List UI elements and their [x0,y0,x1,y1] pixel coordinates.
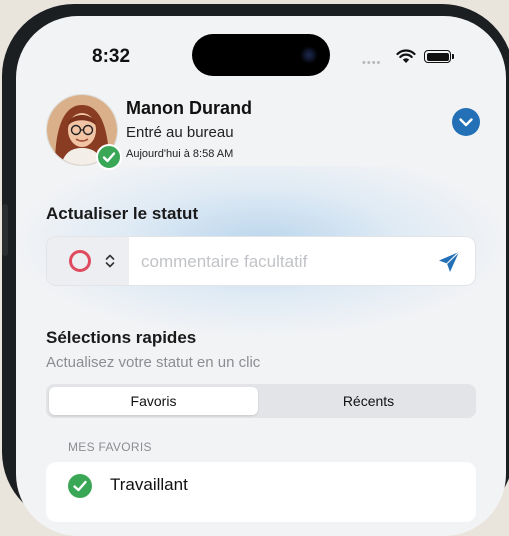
cellular-dots-icon: •••• [362,57,382,69]
status-picker[interactable] [47,237,129,285]
user-name: Manon Durand [126,98,252,118]
paper-plane-icon[interactable] [437,250,461,274]
quick-selections-subtitle: Actualisez votre statut en un clic [46,354,261,371]
side-button [2,204,8,256]
battery-icon [424,50,454,63]
chevron-updown-icon [105,254,115,268]
segmented-control: Favoris Récents [46,384,476,418]
camera-icon [300,46,318,64]
favorites-section-header: MES FAVORIS [68,440,152,454]
list-item-label: Travaillant [110,475,188,494]
phone-screen: 8:32 •••• Manon Durand Entré au bureau A… [16,16,506,536]
wifi-icon [396,49,416,63]
phone-frame: 8:32 •••• Manon Durand Entré au bureau A… [2,4,509,536]
update-status-title: Actualiser le statut [46,204,199,223]
list-item[interactable]: Travaillant [46,462,476,522]
presence-check-icon [96,144,122,170]
quick-selections-title: Sélections rapides [46,328,197,347]
tab-recents[interactable]: Récents [264,387,473,415]
status-input-row [46,236,476,286]
tab-favoris[interactable]: Favoris [49,387,258,415]
red-ring-icon [69,250,91,272]
status-timestamp: Aujourd'hui à 8:58 AM [126,148,234,160]
comment-input[interactable] [139,237,433,285]
current-status: Entré au bureau [126,124,234,141]
status-time: 8:32 [92,46,131,67]
dynamic-island [192,34,330,76]
chevron-down-icon[interactable] [452,108,480,136]
